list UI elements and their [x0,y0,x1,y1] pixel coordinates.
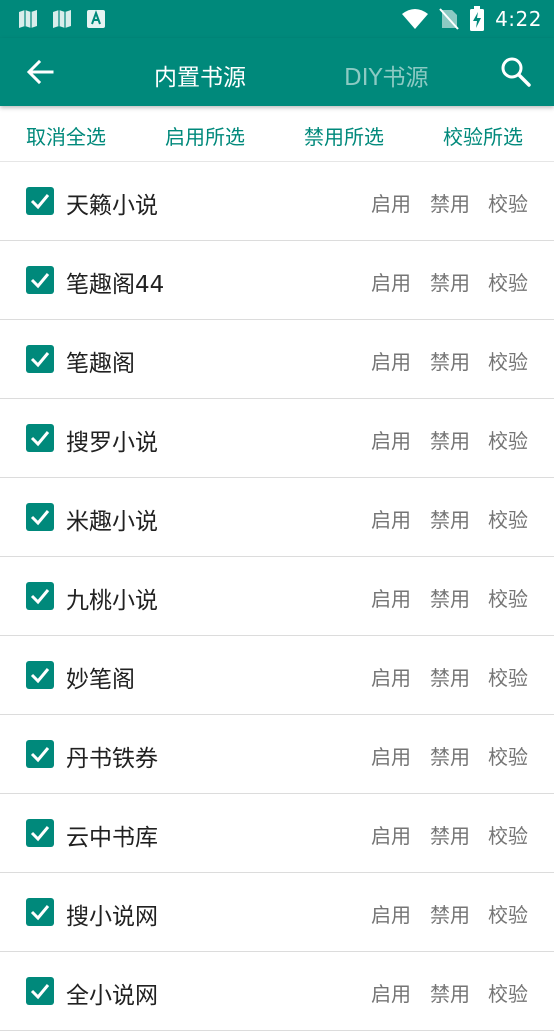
source-checkbox[interactable] [26,503,54,531]
enable-button[interactable]: 启用 [371,662,411,691]
tab-diy-sources[interactable]: DIY书源 [344,58,429,92]
disable-selected-button[interactable]: 禁用所选 [304,121,384,150]
checkmark-icon [30,668,50,684]
enable-button[interactable]: 启用 [371,188,411,217]
status-left-icons [18,9,106,29]
source-name: 妙笔阁 [66,667,135,693]
battery-charging-icon [470,6,485,31]
source-row[interactable]: 搜罗小说 启用 禁用 校验 [0,399,554,478]
source-checkbox[interactable] [26,424,54,452]
disable-button[interactable]: 禁用 [430,662,470,691]
source-row[interactable]: 笔趣阁44 启用 禁用 校验 [0,241,554,320]
source-checkbox[interactable] [26,977,54,1005]
source-list: 天籁小说 启用 禁用 校验 笔趣阁44 启用 禁用 校验 笔趣阁 启用 禁用 校… [0,162,554,1031]
checkmark-icon [30,589,50,605]
verify-button[interactable]: 校验 [488,662,528,691]
source-row[interactable]: 天籁小说 启用 禁用 校验 [0,162,554,241]
source-name: 天籁小说 [66,193,158,219]
disable-button[interactable]: 禁用 [430,820,470,849]
enable-button[interactable]: 启用 [371,741,411,770]
checkmark-icon [30,905,50,921]
enable-button[interactable]: 启用 [371,346,411,375]
source-row[interactable]: 妙笔阁 启用 禁用 校验 [0,636,554,715]
disable-button[interactable]: 禁用 [430,899,470,928]
disable-button[interactable]: 禁用 [430,741,470,770]
source-name: 九桃小说 [66,588,158,614]
back-arrow-icon[interactable] [22,54,58,90]
source-checkbox[interactable] [26,740,54,768]
disable-button[interactable]: 禁用 [430,267,470,296]
verify-button[interactable]: 校验 [488,583,528,612]
source-checkbox[interactable] [26,345,54,373]
verify-button[interactable]: 校验 [488,899,528,928]
checkmark-icon [30,747,50,763]
source-checkbox[interactable] [26,661,54,689]
verify-selected-button[interactable]: 校验所选 [443,121,523,150]
checkmark-icon [30,352,50,368]
source-name: 云中书库 [66,825,158,851]
disable-button[interactable]: 禁用 [430,583,470,612]
enable-button[interactable]: 启用 [371,425,411,454]
enable-button[interactable]: 启用 [371,583,411,612]
checkmark-icon [30,273,50,289]
enable-button[interactable]: 启用 [371,978,411,1007]
search-icon[interactable] [498,54,534,90]
source-checkbox[interactable] [26,266,54,294]
source-checkbox[interactable] [26,898,54,926]
checkmark-icon [30,510,50,526]
verify-button[interactable]: 校验 [488,741,528,770]
enable-button[interactable]: 启用 [371,267,411,296]
toolbar: 内置书源 DIY书源 [0,38,554,106]
checkmark-icon [30,194,50,210]
source-name: 丹书铁券 [66,746,158,772]
checkmark-icon [30,431,50,447]
verify-button[interactable]: 校验 [488,188,528,217]
disable-button[interactable]: 禁用 [430,188,470,217]
status-right: 4:22 [401,6,542,32]
wifi-icon [402,9,429,29]
source-row[interactable]: 笔趣阁 启用 禁用 校验 [0,320,554,399]
verify-button[interactable]: 校验 [488,346,528,375]
no-sim-icon [439,8,459,30]
source-checkbox[interactable] [26,819,54,847]
enable-button[interactable]: 启用 [371,899,411,928]
source-name: 笔趣阁 [66,351,135,377]
source-row[interactable]: 云中书库 启用 禁用 校验 [0,794,554,873]
source-name: 米趣小说 [66,509,158,535]
verify-button[interactable]: 校验 [488,267,528,296]
disable-button[interactable]: 禁用 [430,504,470,533]
verify-button[interactable]: 校验 [488,425,528,454]
map-icon [53,10,71,28]
enable-selected-button[interactable]: 启用所选 [165,121,245,150]
source-checkbox[interactable] [26,187,54,215]
tab-builtin-sources[interactable]: 内置书源 [154,58,246,92]
batch-action-bar: 取消全选 启用所选 禁用所选 校验所选 [0,106,554,162]
deselect-all-button[interactable]: 取消全选 [26,121,106,150]
source-row[interactable]: 九桃小说 启用 禁用 校验 [0,557,554,636]
verify-button[interactable]: 校验 [488,820,528,849]
checkmark-icon [30,826,50,842]
source-name: 笔趣阁44 [66,272,165,298]
enable-button[interactable]: 启用 [371,820,411,849]
enable-button[interactable]: 启用 [371,504,411,533]
status-time: 4:22 [495,7,542,31]
source-row[interactable]: 丹书铁券 启用 禁用 校验 [0,715,554,794]
source-row[interactable]: 全小说网 启用 禁用 校验 [0,952,554,1031]
source-checkbox[interactable] [26,582,54,610]
source-name: 全小说网 [66,983,158,1009]
source-name: 搜小说网 [66,904,158,930]
source-row[interactable]: 搜小说网 启用 禁用 校验 [0,873,554,952]
verify-button[interactable]: 校验 [488,504,528,533]
checkmark-icon [30,984,50,1000]
source-name: 搜罗小说 [66,430,158,456]
disable-button[interactable]: 禁用 [430,346,470,375]
verify-button[interactable]: 校验 [488,978,528,1007]
disable-button[interactable]: 禁用 [430,425,470,454]
map-icon [19,10,37,28]
disable-button[interactable]: 禁用 [430,978,470,1007]
status-bar: 4:22 [0,0,554,38]
font-icon [87,10,105,28]
source-row[interactable]: 米趣小说 启用 禁用 校验 [0,478,554,557]
